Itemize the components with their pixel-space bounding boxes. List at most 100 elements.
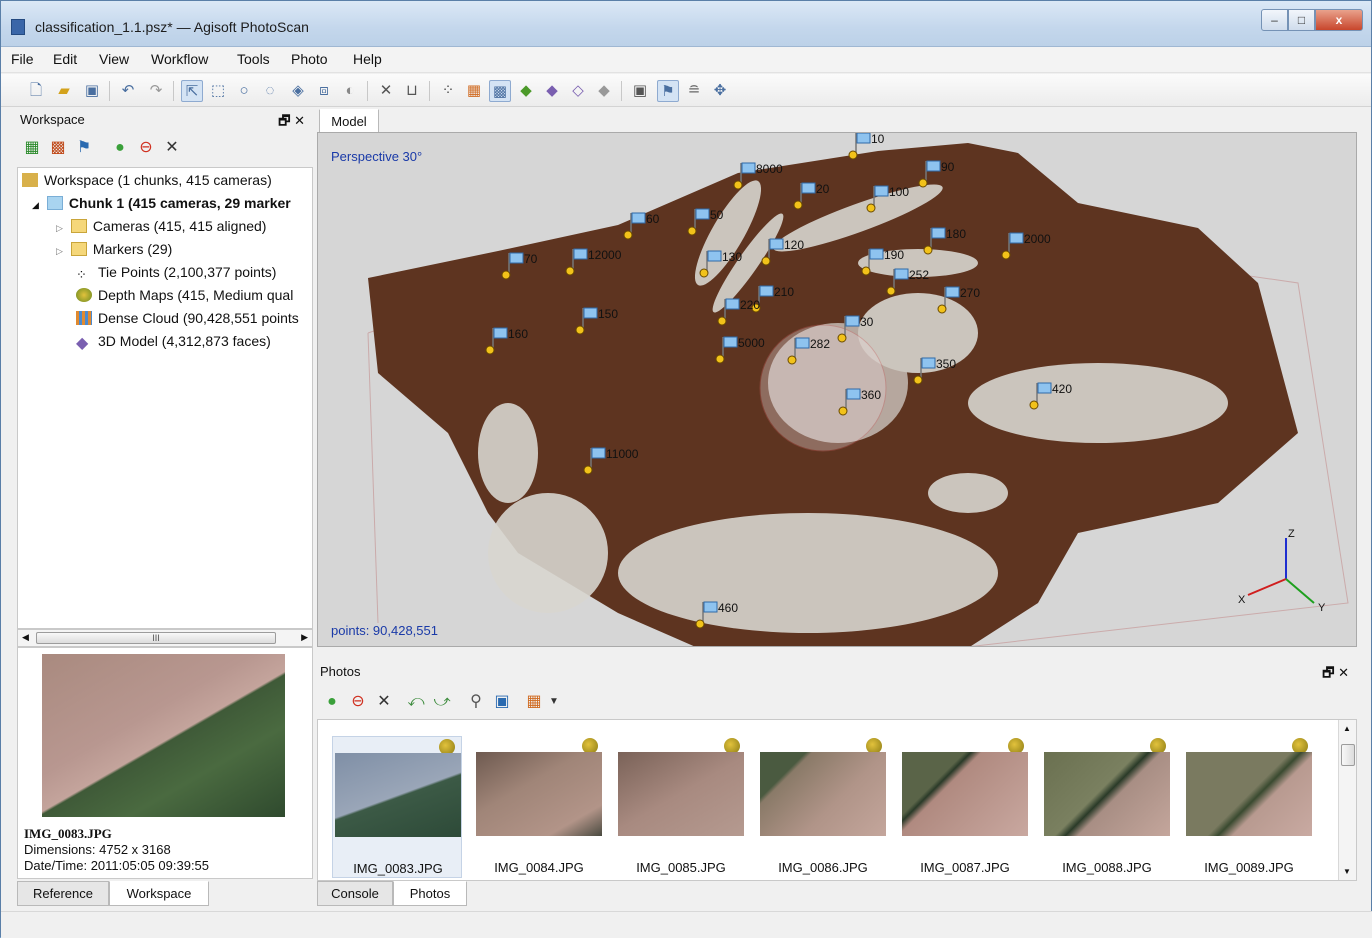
show-cameras-icon[interactable]: ▣ (629, 80, 651, 102)
free-form-select-icon[interactable]: ◌ (259, 80, 281, 102)
tab-model[interactable]: Model (319, 109, 379, 133)
workspace-toolbar: ▦ ▩ ⚑ ● ⊖ ✕ (17, 133, 313, 163)
tree-item-3d-model[interactable]: ◆ 3D Model (4,312,873 faces) (76, 330, 271, 352)
model-viewport[interactable]: Z X Y 10 8000 90 20 100 60 50 180 2000 70 12000 130… (317, 132, 1357, 647)
marker-label: 10 (871, 133, 885, 146)
photo-thumbnail[interactable]: IMG_0087.JPG (900, 736, 1030, 878)
menu-photo[interactable]: Photo (291, 51, 328, 67)
tree-item-chunk[interactable]: ◢ Chunk 1 (415 cameras, 29 marker (32, 192, 291, 214)
model-canvas[interactable]: Z X Y 10 8000 90 20 100 60 50 180 2000 70 12000 130… (318, 133, 1357, 647)
marker-flag-icon (1037, 382, 1052, 394)
wireframe-model-icon[interactable]: ◇ (567, 80, 589, 102)
enable-icon[interactable]: ● (109, 137, 131, 159)
filter-binoculars-icon[interactable]: ⚲ (465, 691, 487, 713)
marker-label: 12000 (588, 248, 622, 262)
view-mode-dropdown-icon[interactable]: ▼ (543, 691, 565, 713)
disable-icon[interactable]: ⊖ (135, 137, 157, 159)
tree-item-workspace[interactable]: Workspace (1 chunks, 415 cameras) (22, 169, 272, 191)
rectangle-select-icon[interactable]: ⬚ (207, 80, 229, 102)
tab-photos[interactable]: Photos (393, 881, 467, 906)
open-folder-icon[interactable]: ▰ (53, 80, 75, 102)
disable-cameras-icon[interactable]: ⊖ (347, 691, 369, 713)
photo-thumbnail[interactable]: IMG_0083.JPG (332, 736, 462, 878)
rotate-right-icon[interactable]: ⤻ (431, 691, 453, 713)
add-photos-icon[interactable]: ▩ (47, 137, 69, 159)
marker-label: 20 (816, 182, 830, 196)
photo-label: IMG_0083.JPG (353, 861, 443, 876)
marker-label: 270 (960, 286, 980, 300)
depth-maps-icon (76, 288, 92, 302)
reset-view-icon[interactable]: ✥ (709, 80, 731, 102)
add-chunk-icon[interactable]: ▦ (21, 137, 43, 159)
tree-item-depth-maps[interactable]: Depth Maps (415, Medium qual (76, 284, 293, 306)
mesh-icon: ◆ (76, 335, 89, 352)
axis-x-label: X (1238, 594, 1246, 606)
add-folder-icon[interactable]: ⚑ (73, 137, 95, 159)
tree-item-markers[interactable]: ▷ Markers (29) (56, 238, 172, 260)
dense-cloud-view-icon[interactable]: ▦ (463, 80, 485, 102)
photos-float-close-icon[interactable]: 🗗 ✕ (1322, 664, 1349, 686)
vscroll-thumb[interactable] (1341, 744, 1355, 766)
hscroll-thumb[interactable]: III (36, 632, 276, 644)
marker-label: 11000 (606, 447, 639, 461)
photo-thumbnail[interactable]: IMG_0089.JPG (1184, 736, 1314, 878)
marker-label: 8000 (756, 162, 783, 176)
remove-cameras-icon[interactable]: ✕ (373, 691, 395, 713)
move-region-icon[interactable]: ◈ (287, 80, 309, 102)
marker-flag-icon (931, 227, 946, 239)
photo-thumbnail[interactable]: IMG_0086.JPG (758, 736, 888, 878)
crop-selection-icon[interactable]: ⊔ (401, 80, 423, 102)
axis-z-label: Z (1288, 528, 1295, 540)
minimize-button[interactable]: – (1261, 9, 1288, 31)
marker-label: 30 (860, 315, 874, 329)
delete-selection-icon[interactable]: ✕ (375, 80, 397, 102)
close-button[interactable]: x (1315, 9, 1363, 31)
tree-item-tie-points[interactable]: ⁘ Tie Points (2,100,377 points) (76, 261, 276, 283)
solid-model-icon[interactable]: ◆ (541, 80, 563, 102)
remove-icon[interactable]: ✕ (161, 137, 183, 159)
marker-label: 180 (946, 227, 966, 241)
navigation-cursor-icon[interactable]: ⇱ (181, 80, 203, 102)
circle-select-icon[interactable]: ○ (233, 80, 255, 102)
view-mode-icon[interactable]: ▦ (523, 691, 545, 713)
tree-item-cameras[interactable]: ▷ Cameras (415, 415 aligned) (56, 215, 266, 237)
redo-icon[interactable]: ↷ (145, 80, 167, 102)
photo-preview: IMG_0083.JPG Dimensions: 4752 x 3168 Dat… (17, 647, 313, 879)
show-markers-icon[interactable]: ⚑ (657, 80, 679, 102)
rotate-region-icon[interactable]: ◐ (339, 80, 361, 102)
tab-workspace[interactable]: Workspace (109, 881, 209, 906)
reset-filter-icon[interactable]: ▣ (491, 691, 513, 713)
marker-flag-icon (725, 298, 740, 310)
tie-points-view-icon[interactable]: ⁘ (437, 80, 459, 102)
axis-gizmo (1247, 538, 1315, 604)
rotate-left-icon[interactable]: ⤺ (405, 691, 427, 713)
photo-thumbnail[interactable]: IMG_0084.JPG (474, 736, 604, 878)
photo-thumbnail[interactable]: IMG_0088.JPG (1042, 736, 1172, 878)
marker-label: 190 (884, 248, 904, 262)
shaded-model-icon[interactable]: ◆ (515, 80, 537, 102)
enable-cameras-icon[interactable]: ● (321, 691, 343, 713)
dense-cloud-classes-icon[interactable]: ▩ (489, 80, 511, 102)
photo-thumbnail[interactable]: IMG_0085.JPG (616, 736, 746, 878)
undo-icon[interactable]: ↶ (117, 80, 139, 102)
workspace-hscroll[interactable]: ◀ III ▶ (17, 629, 313, 647)
show-region-icon[interactable]: ≘ (683, 80, 705, 102)
folder-icon (70, 219, 87, 233)
textured-model-icon[interactable]: ◆ (593, 80, 615, 102)
menu-help[interactable]: Help (353, 51, 382, 67)
maximize-button[interactable]: □ (1288, 9, 1315, 31)
menu-file[interactable]: File (11, 51, 34, 67)
menu-edit[interactable]: Edit (53, 51, 77, 67)
resize-region-icon[interactable]: ⧈ (313, 80, 335, 102)
tree-item-dense-cloud[interactable]: Dense Cloud (90,428,551 points (76, 307, 299, 329)
save-icon[interactable]: ▣ (81, 80, 103, 102)
menu-workflow[interactable]: Workflow (151, 51, 208, 67)
new-file-icon[interactable]: 🗋 (25, 80, 47, 102)
marker-flag-icon (583, 307, 598, 319)
tab-console[interactable]: Console (317, 881, 393, 906)
photos-vscroll[interactable]: ▲ ▼ (1338, 720, 1356, 880)
menu-view[interactable]: View (99, 51, 129, 67)
menu-tools[interactable]: Tools (237, 51, 270, 67)
photos-toolbar: ● ⊖ ✕ ⤺ ⤻ ⚲ ▣ ▦ ▼ (317, 687, 1357, 717)
tab-reference[interactable]: Reference (17, 881, 109, 906)
